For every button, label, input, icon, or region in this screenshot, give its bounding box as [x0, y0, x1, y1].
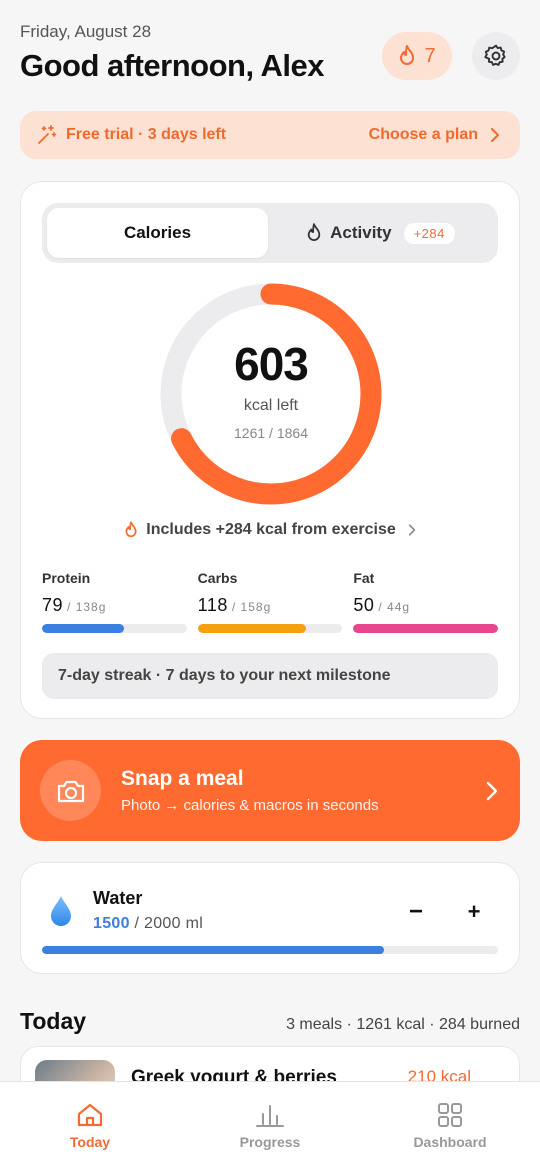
flame-icon	[124, 521, 138, 539]
macro-bar-track	[197, 624, 343, 633]
macro-bar-track	[42, 624, 187, 633]
calories-consumed-goal: 1261 / 1864	[234, 425, 308, 441]
macro-value: 79	[42, 595, 64, 615]
exercise-note[interactable]: Includes +284 kcal from exercise	[21, 521, 519, 539]
water-decrease-button[interactable]: −	[401, 897, 431, 927]
streak-button[interactable]: 7	[382, 32, 452, 80]
chevron-right-icon	[486, 781, 498, 801]
macro-protein: Protein 79/ 138g	[42, 570, 187, 633]
nav-dashboard[interactable]: Dashboard	[360, 1082, 540, 1168]
today-header: Today 3 meals · 1261 kcal · 284 burned	[20, 1008, 520, 1035]
streak-count: 7	[424, 44, 436, 67]
gear-icon	[483, 43, 509, 69]
macro-label: Carbs	[197, 570, 238, 586]
header: Friday, August 28 Good afternoon, Alex 7	[20, 22, 520, 92]
macros-row: Protein 79/ 138g Carbs 118/ 158g Fat 50/…	[42, 570, 499, 633]
water-card: Water 1500 / 2000 ml − +	[20, 862, 520, 974]
today-summary: 3 meals · 1261 kcal · 284 burned	[286, 1016, 520, 1033]
tab-activity[interactable]: Activity +284	[268, 208, 493, 258]
activity-badge: +284	[403, 222, 455, 244]
trial-banner[interactable]: Free trial · 3 days left Choose a plan	[20, 111, 520, 159]
chevron-right-icon	[490, 128, 500, 142]
water-drop-icon	[49, 895, 73, 932]
nav-label: Progress	[239, 1134, 301, 1150]
settings-button[interactable]	[472, 32, 520, 80]
water-increase-button[interactable]: +	[459, 897, 489, 927]
flame-icon	[398, 45, 416, 67]
choose-plan-link[interactable]: Choose a plan	[369, 126, 478, 144]
macro-bar-fill	[197, 624, 307, 633]
flame-icon	[306, 223, 322, 243]
snap-meal-button[interactable]: Snap a meal Photo → calories & macros in…	[20, 740, 520, 841]
ring-center: 603 kcal left 1261 / 1864	[160, 283, 382, 505]
water-goal: / 2000 ml	[134, 915, 204, 932]
macro-label: Protein	[42, 570, 91, 586]
nav-today[interactable]: Today	[0, 1082, 180, 1168]
today-title: Today	[20, 1008, 87, 1034]
macro-value: 50	[353, 595, 375, 615]
macro-bar-track	[353, 624, 499, 633]
calorie-ring: 603 kcal left 1261 / 1864	[160, 283, 382, 505]
nav-label: Dashboard	[413, 1134, 487, 1150]
home-icon	[76, 1102, 104, 1128]
segmented-control: Calories Activity +284	[42, 203, 498, 263]
nav-label: Today	[69, 1134, 111, 1150]
water-progress-track	[42, 946, 498, 954]
macro-bar-fill	[42, 624, 125, 633]
trial-label: Free trial · 3 days left	[66, 126, 227, 143]
macro-carbs: Carbs 118/ 158g	[197, 570, 343, 633]
macro-label: Fat	[353, 570, 375, 586]
chevron-right-icon	[408, 524, 416, 536]
macro-bar-fill	[353, 624, 499, 633]
sparkle-icon	[36, 124, 58, 146]
grid-icon	[437, 1102, 463, 1128]
macro-goal: / 44g	[378, 600, 411, 614]
tab-activity-label: Activity	[330, 223, 392, 242]
milestone-banner: 7-day streak · 7 days to your next miles…	[42, 653, 498, 699]
water-title: Water	[93, 888, 143, 908]
water-current: 1500	[93, 915, 130, 932]
macro-fat: Fat 50/ 44g	[353, 570, 499, 633]
snap-title: Snap a meal	[121, 767, 244, 790]
camera-icon	[40, 760, 101, 821]
calories-left-value: 603	[234, 338, 309, 390]
bar-chart-icon	[255, 1102, 285, 1128]
calories-card: Calories Activity +284 603 kcal left 126…	[20, 181, 520, 719]
macro-value: 118	[197, 595, 228, 615]
snap-subtitle: Photo → calories & macros in seconds	[121, 797, 379, 814]
macro-goal: / 138g	[67, 600, 107, 614]
nav-progress[interactable]: Progress	[180, 1082, 360, 1168]
macro-goal: / 158g	[231, 600, 272, 614]
bottom-nav: Today Progress Dashboard	[0, 1081, 540, 1168]
exercise-note-label: Includes +284 kcal from exercise	[146, 521, 396, 538]
tab-calories[interactable]: Calories	[47, 208, 268, 258]
water-progress-fill	[42, 946, 384, 954]
calories-left-unit: kcal left	[243, 397, 299, 414]
